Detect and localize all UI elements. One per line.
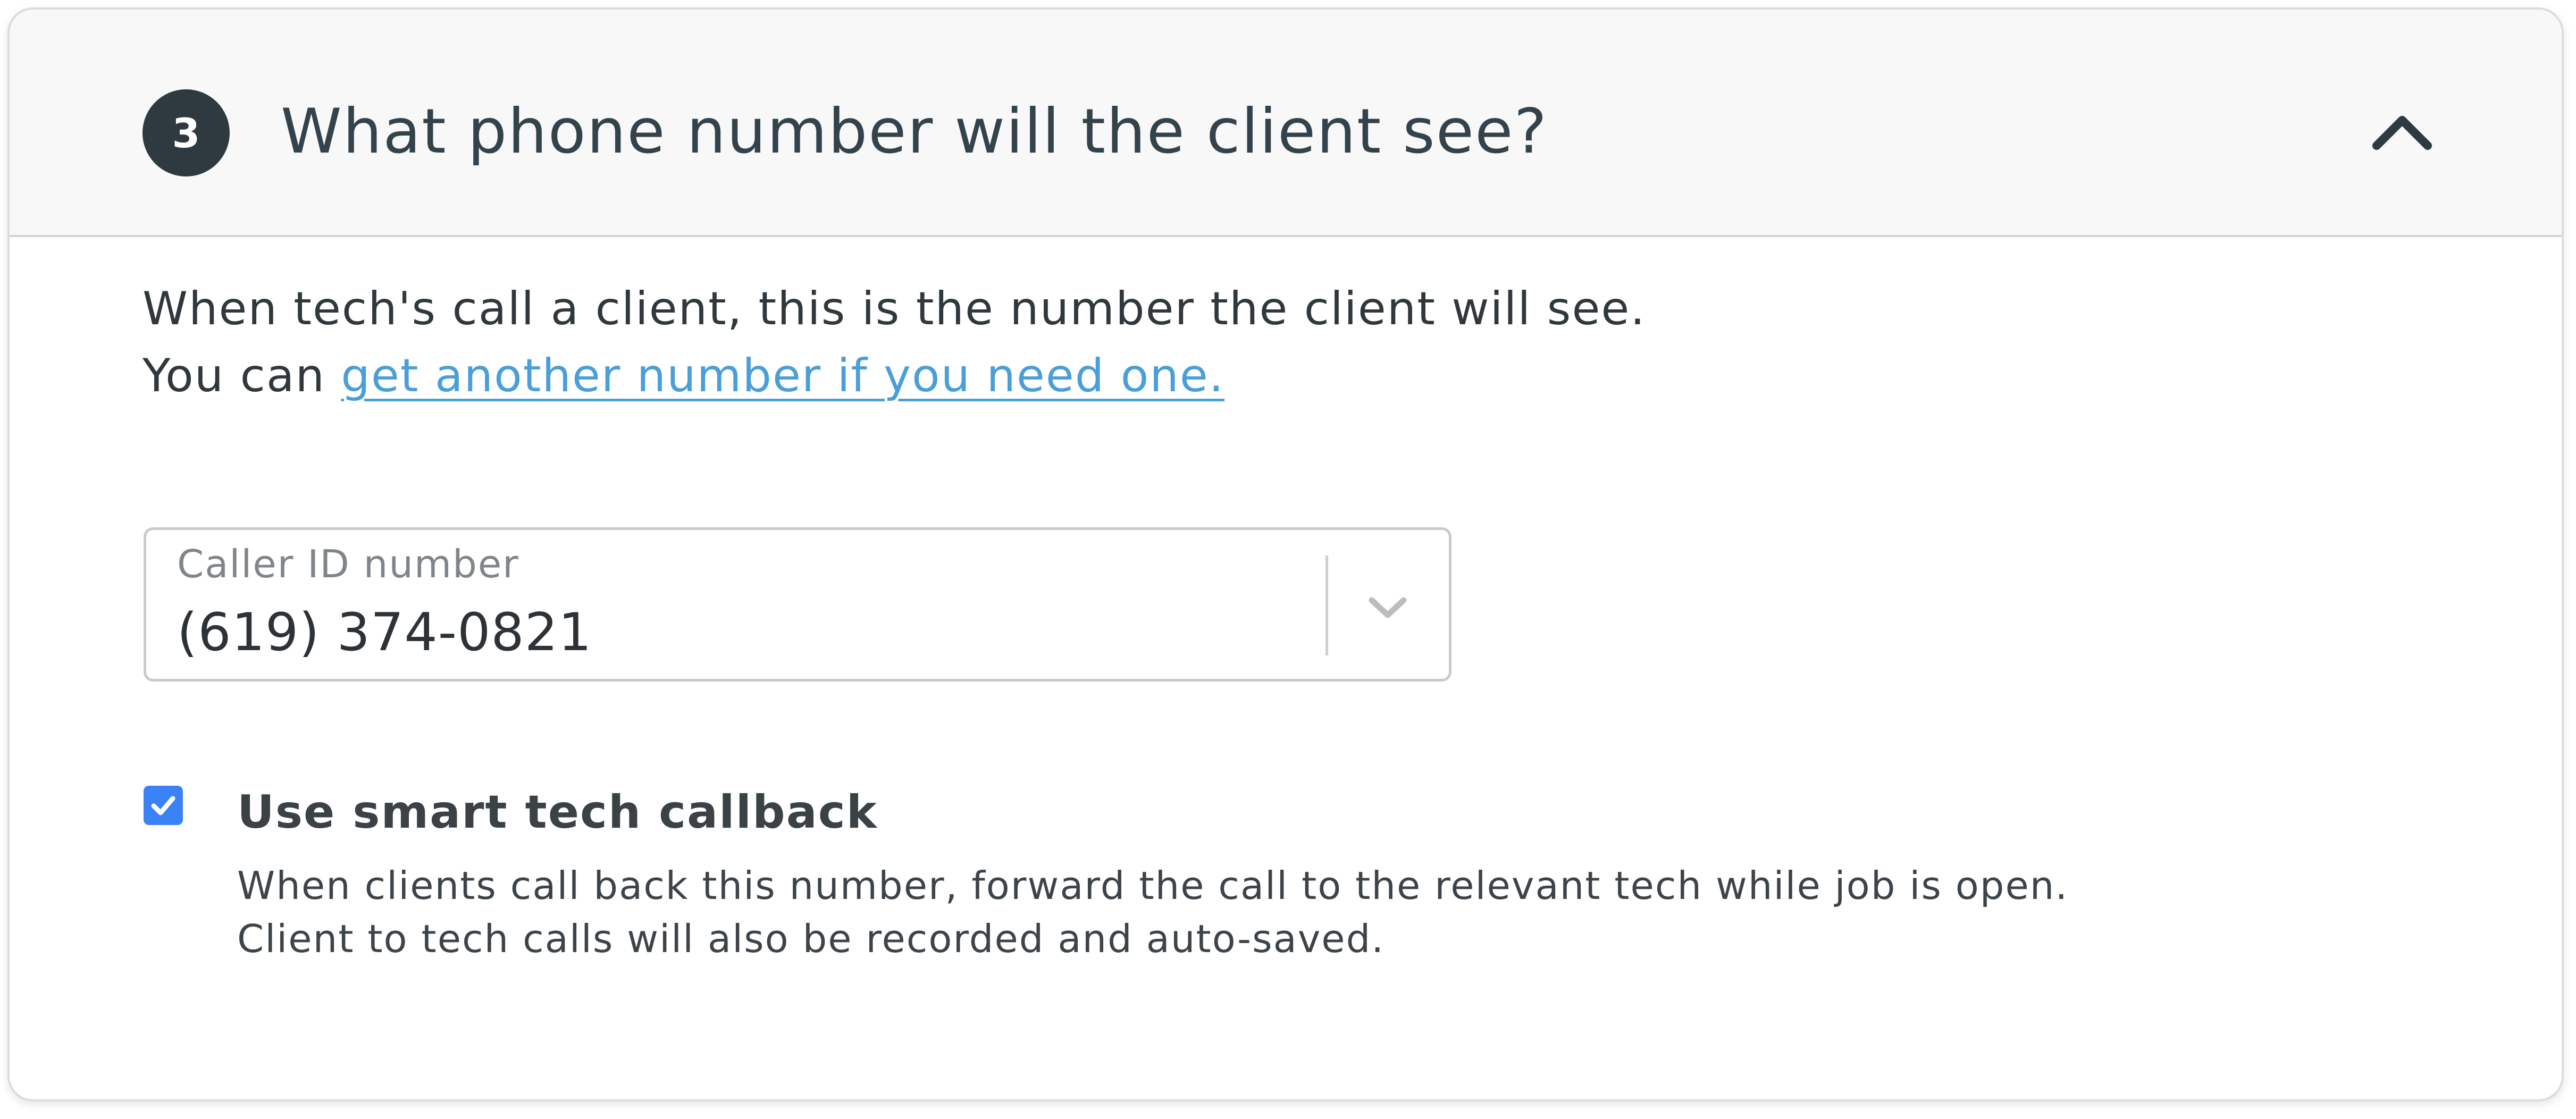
dropdown-toggle[interactable] bbox=[1353, 573, 1422, 642]
step-number-badge: 3 bbox=[142, 89, 230, 176]
smart-callback-checkbox[interactable] bbox=[144, 786, 183, 825]
intro-line-2-prefix: You can bbox=[142, 349, 341, 402]
intro-text: When tech's call a client, this is the n… bbox=[142, 275, 1646, 409]
smart-callback-desc-line-1: When clients call back this number, forw… bbox=[237, 863, 2069, 908]
caller-id-value: (619) 374-0821 bbox=[177, 602, 592, 663]
smart-callback-desc-line-2: Client to tech calls will also be record… bbox=[237, 916, 1385, 961]
collapse-button[interactable] bbox=[2360, 100, 2445, 164]
chevron-down-icon bbox=[1369, 597, 1407, 618]
get-another-number-link[interactable]: get another number if you need one. bbox=[341, 349, 1224, 402]
section-header[interactable]: 3 What phone number will the client see? bbox=[10, 10, 2562, 237]
caller-id-select[interactable]: Caller ID number (619) 374-0821 bbox=[144, 527, 1451, 682]
smart-callback-description: When clients call back this number, forw… bbox=[237, 859, 2068, 965]
chevron-up-icon bbox=[2372, 116, 2432, 150]
section-title: What phone number will the client see? bbox=[281, 96, 1548, 167]
checkmark-icon bbox=[151, 796, 175, 815]
smart-callback-label[interactable]: Use smart tech callback bbox=[237, 786, 878, 839]
caller-id-label: Caller ID number bbox=[177, 542, 519, 586]
select-divider bbox=[1325, 556, 1328, 655]
intro-line-2: You can get another number if you need o… bbox=[142, 342, 1646, 409]
phone-number-section-card: 3 What phone number will the client see?… bbox=[7, 7, 2564, 1101]
intro-line-1: When tech's call a client, this is the n… bbox=[142, 282, 1646, 335]
